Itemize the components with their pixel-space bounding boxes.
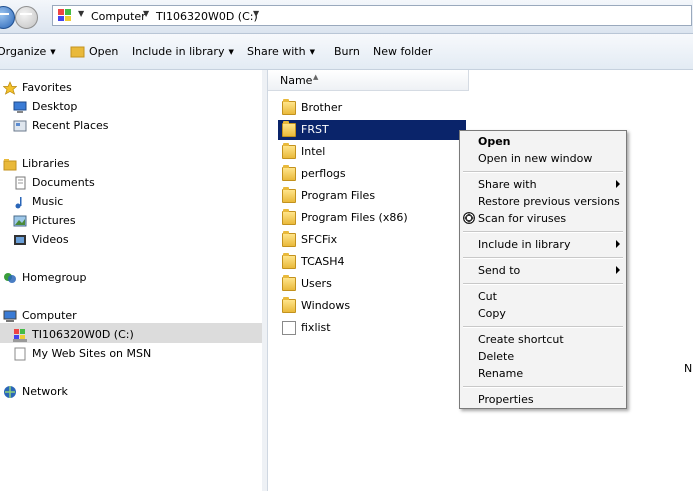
folder-icon bbox=[282, 209, 296, 225]
music-icon bbox=[15, 197, 22, 209]
open-folder-icon bbox=[70, 46, 85, 58]
back-button[interactable] bbox=[0, 6, 15, 29]
menu-separator bbox=[463, 231, 623, 233]
open-button[interactable]: Open bbox=[70, 45, 118, 58]
menu-cut[interactable]: Cut bbox=[460, 288, 626, 305]
menu-share-with[interactable]: Share with bbox=[460, 176, 626, 193]
menu-separator bbox=[463, 283, 623, 285]
menu-restore-previous[interactable]: Restore previous versions bbox=[460, 193, 626, 210]
organize-button[interactable]: Organize ▼ bbox=[0, 45, 56, 58]
drive-icon bbox=[13, 329, 27, 342]
folder-icon bbox=[282, 165, 296, 181]
menu-separator bbox=[463, 171, 623, 173]
dropdown-arrow-icon: ▼ bbox=[50, 48, 56, 56]
folder-icon bbox=[282, 297, 296, 313]
menu-separator bbox=[463, 257, 623, 259]
breadcrumb-computer[interactable]: Computer bbox=[91, 10, 146, 23]
forward-arrow-icon bbox=[20, 13, 32, 15]
folder-icon bbox=[282, 187, 296, 203]
folder-icon bbox=[282, 275, 296, 291]
libraries-icon bbox=[3, 159, 17, 171]
document-icon bbox=[282, 321, 296, 335]
file-row[interactable]: SFCFix bbox=[278, 230, 466, 250]
file-row[interactable]: Windows bbox=[278, 296, 466, 316]
navigation-pane: Favorites Desktop Recent Places Librarie… bbox=[0, 70, 263, 491]
menu-properties[interactable]: Properties bbox=[460, 391, 626, 408]
folder-icon bbox=[282, 99, 296, 115]
forward-button[interactable] bbox=[15, 6, 38, 29]
computer-icon bbox=[3, 310, 17, 322]
documents-icon bbox=[15, 176, 26, 190]
file-row[interactable]: Intel bbox=[278, 142, 466, 162]
truncated-detail-text: N bbox=[684, 362, 693, 375]
network-icon bbox=[4, 386, 16, 398]
new-folder-button[interactable]: New folder bbox=[373, 45, 432, 58]
pictures-icon bbox=[13, 215, 27, 227]
menu-separator bbox=[463, 326, 623, 328]
recent-places-icon bbox=[13, 120, 27, 132]
menu-create-shortcut[interactable]: Create shortcut bbox=[460, 331, 626, 348]
breadcrumb-chevron-icon[interactable]: ▼ bbox=[143, 9, 149, 18]
breadcrumb-chevron-icon[interactable]: ▼ bbox=[253, 9, 259, 18]
file-row[interactable]: perflogs bbox=[278, 164, 466, 184]
desktop-icon bbox=[13, 101, 27, 113]
folder-icon bbox=[282, 253, 296, 269]
submenu-arrow-icon bbox=[616, 180, 620, 188]
menu-include-in-library[interactable]: Include in library bbox=[460, 236, 626, 253]
share-with-button[interactable]: Share with ▼ bbox=[247, 45, 315, 58]
back-arrow-icon bbox=[0, 13, 9, 15]
breadcrumb-chevron-icon[interactable]: ▼ bbox=[78, 9, 84, 18]
videos-icon bbox=[14, 235, 26, 245]
star-icon bbox=[3, 81, 17, 95]
folder-icon bbox=[282, 231, 296, 247]
submenu-arrow-icon bbox=[616, 266, 620, 274]
folder-icon bbox=[282, 143, 296, 159]
command-bar: Organize ▼ Open Include in library ▼ Share… bbox=[0, 34, 693, 70]
address-field[interactable]: ▼ Computer ▼ TI106320W0D (C:) ▼ bbox=[52, 5, 692, 26]
menu-delete[interactable]: Delete bbox=[460, 348, 626, 365]
file-row[interactable]: Program Files (x86) bbox=[278, 208, 466, 228]
file-row[interactable]: Users bbox=[278, 274, 466, 294]
burn-button[interactable]: Burn bbox=[334, 45, 360, 58]
context-menu: Open Open in new window Share with Resto… bbox=[459, 130, 627, 409]
computer-drive-icon bbox=[58, 9, 71, 21]
dropdown-arrow-icon: ▼ bbox=[228, 48, 234, 56]
breadcrumb-drive[interactable]: TI106320W0D (C:) bbox=[156, 10, 258, 23]
file-row[interactable]: Brother bbox=[278, 98, 466, 118]
file-row[interactable]: TCASH4 bbox=[278, 252, 466, 272]
menu-send-to[interactable]: Send to bbox=[460, 262, 626, 279]
include-in-library-button[interactable]: Include in library ▼ bbox=[132, 45, 234, 58]
homegroup-icon bbox=[4, 273, 16, 283]
menu-open-new-window[interactable]: Open in new window bbox=[460, 150, 626, 167]
web-page-icon bbox=[14, 347, 26, 361]
menu-open[interactable]: Open bbox=[460, 133, 626, 150]
folder-icon bbox=[282, 121, 296, 137]
antivirus-icon bbox=[463, 212, 475, 224]
column-header-name[interactable]: Name ▲ bbox=[268, 70, 469, 91]
address-bar: ▼ Computer ▼ TI106320W0D (C:) ▼ bbox=[0, 0, 693, 34]
menu-separator bbox=[463, 386, 623, 388]
menu-copy[interactable]: Copy bbox=[460, 305, 626, 322]
file-row[interactable]: fixlist bbox=[278, 318, 466, 338]
menu-rename[interactable]: Rename bbox=[460, 365, 626, 382]
file-row-selected[interactable]: FRST bbox=[278, 120, 466, 140]
sort-ascending-icon: ▲ bbox=[313, 73, 319, 81]
submenu-arrow-icon bbox=[616, 240, 620, 248]
file-row[interactable]: Program Files bbox=[278, 186, 466, 206]
dropdown-arrow-icon: ▼ bbox=[309, 48, 315, 56]
menu-scan-for-viruses[interactable]: Scan for viruses bbox=[460, 210, 626, 227]
